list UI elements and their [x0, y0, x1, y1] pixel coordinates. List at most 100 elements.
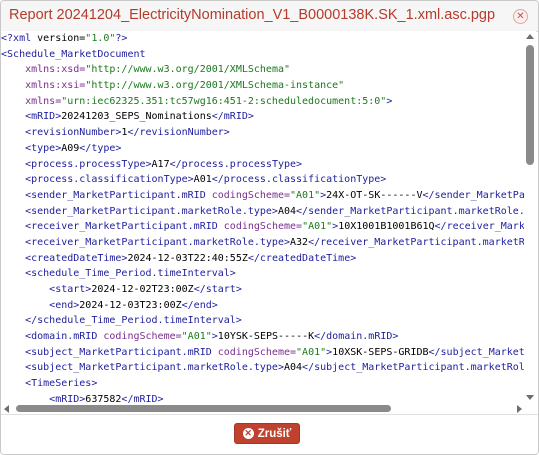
- xml-token: xmlns:xsi=: [25, 80, 86, 92]
- vertical-scroll-thumb[interactable]: [526, 45, 534, 165]
- xml-line: <start>2024-12-02T23:00Z</start>: [1, 282, 525, 298]
- xml-token: [1, 143, 25, 154]
- xml-token: 24X-OT-SK------V: [326, 189, 423, 201]
- xml-token: <revisionNumber>: [25, 127, 122, 139]
- xml-line: <receiver_MarketParticipant.marketRole.t…: [1, 235, 525, 251]
- xml-token: 2024-12-03T23:00Z: [79, 299, 182, 311]
- xml-token: </type>: [79, 142, 122, 154]
- xml-line: xmlns="urn:iec62325.351:tc57wg16:451-2:s…: [1, 94, 525, 110]
- xml-token: "http://www.w3.org/2001/XMLSchema-instan…: [85, 80, 345, 92]
- xml-token: codingScheme=: [217, 346, 297, 358]
- xml-token: 637582: [85, 393, 122, 403]
- xml-token: [1, 190, 25, 201]
- horizontal-scroll-thumb[interactable]: [16, 405, 391, 412]
- xml-token: <start>: [49, 284, 92, 295]
- xml-token: [1, 362, 25, 373]
- xml-token: "http://www.w3.org/2001/XMLSchema": [85, 64, 291, 76]
- xml-line: <process.processType>A17</process.proces…: [1, 157, 525, 173]
- xml-line: <sender_MarketParticipant.marketRole.typ…: [1, 204, 525, 220]
- xml-token: </schedule_Time_Period.timeInterval>: [25, 315, 242, 327]
- vertical-scrollbar[interactable]: [524, 31, 536, 403]
- xml-token: </process.processType>: [169, 158, 303, 170]
- xml-line: </schedule_Time_Period.timeInterval>: [1, 313, 525, 329]
- dialog-footer: ✕ Zrušiť: [1, 414, 538, 454]
- xml-line: <end>2024-12-03T23:00Z</end>: [1, 298, 525, 314]
- xml-token: [1, 64, 25, 75]
- xml-line: <domain.mRID codingScheme="A01">10YSK-SE…: [1, 329, 525, 345]
- xml-token: [1, 253, 25, 264]
- xml-token: 10XSK-SEPS-GRIDB: [332, 346, 429, 358]
- xml-token: [1, 127, 25, 138]
- xml-token: "urn:iec62325.351:tc57wg16:451-2:schedul…: [61, 95, 387, 107]
- cancel-button[interactable]: ✕ Zrušiť: [234, 423, 300, 444]
- xml-token: [1, 159, 25, 170]
- xml-line: <?xml version="1.0"?>: [1, 31, 525, 47]
- xml-token: <receiver_MarketParticipant.marketRole.t…: [25, 236, 290, 248]
- xml-token: </sender_MarketParticipant.marketRole.ty…: [296, 205, 525, 217]
- xml-token: </start>: [193, 284, 242, 295]
- xml-token: </receiver_MarketParticipant.mRID>: [434, 221, 525, 233]
- xml-token: codingScheme=: [211, 189, 291, 201]
- xml-token: "A01": [302, 221, 333, 233]
- xml-line: xmlns:xsi="http://www.w3.org/2001/XMLSch…: [1, 78, 525, 94]
- xml-token: </mRID>: [211, 111, 254, 123]
- xml-token: 20241203_SEPS_Nominations: [61, 111, 212, 123]
- scroll-right-icon[interactable]: [517, 405, 522, 413]
- xml-token: [1, 378, 25, 389]
- xml-token: <subject_MarketParticipant.mRID: [25, 346, 218, 358]
- xml-line: <mRID>637582</mRID>: [1, 392, 525, 403]
- scroll-left-icon[interactable]: [4, 405, 9, 413]
- xml-token: <domain.mRID: [25, 331, 104, 343]
- xml-token: </receiver_MarketParticipant.marketRole.…: [308, 236, 525, 248]
- xml-token: <sender_MarketParticipant.marketRole.typ…: [25, 205, 278, 217]
- xml-token: <end>: [49, 299, 80, 311]
- xml-token: "A01": [290, 189, 321, 201]
- xml-token: 10YSK-SEPS-----K: [217, 331, 315, 343]
- xml-line: <type>A09</type>: [1, 141, 525, 157]
- xml-line: <sender_MarketParticipant.mRID codingSch…: [1, 188, 525, 204]
- xml-token: "A01": [296, 346, 327, 358]
- xml-token: <createdDateTime>: [25, 252, 128, 264]
- scroll-down-icon[interactable]: [526, 395, 534, 400]
- xml-token: "A01": [181, 331, 212, 343]
- xml-viewer[interactable]: <?xml version="1.0"?> <Schedule_MarketDoc…: [1, 31, 536, 414]
- xml-token: </domain.mRID>: [314, 331, 399, 343]
- xml-token: [1, 300, 49, 311]
- xml-token: A01: [193, 174, 212, 186]
- xml-line: <TimeSeries>: [1, 376, 525, 392]
- report-dialog: Report 20241204_ElectricityNomination_V1…: [0, 0, 539, 455]
- xml-line: <receiver_MarketParticipant.mRID codingS…: [1, 219, 525, 235]
- xml-token: <process.classificationType>: [25, 174, 194, 186]
- xml-token: xml: [13, 33, 32, 44]
- xml-token: version=: [31, 33, 86, 44]
- xml-token: </revisionNumber>: [127, 127, 230, 139]
- xml-token: </subject_MarketParticipant.marketRole.t…: [302, 362, 525, 374]
- xml-token: <mRID>: [49, 393, 86, 403]
- xml-token: 2024-12-03T22:40:55Z: [127, 252, 248, 264]
- xml-token: [1, 268, 25, 279]
- dialog-title: Report 20241204_ElectricityNomination_V1…: [9, 7, 496, 23]
- xml-token: <?: [1, 33, 14, 44]
- xml-token: </process.classificationType>: [211, 174, 387, 186]
- xml-line: <mRID>20241203_SEPS_Nominations</mRID>: [1, 109, 525, 125]
- scroll-up-icon[interactable]: [526, 34, 534, 39]
- xml-token: </sender_MarketParticipant.mRID>: [422, 189, 525, 201]
- xml-token: ?>: [115, 33, 128, 44]
- horizontal-scrollbar[interactable]: [1, 403, 525, 414]
- xml-token: xmlns:xsd=: [25, 64, 86, 76]
- xml-token: <mRID>: [25, 111, 62, 123]
- close-icon[interactable]: ✕: [513, 9, 528, 24]
- xml-token: codingScheme=: [103, 331, 182, 343]
- xml-token: A04: [283, 362, 303, 374]
- xml-token: <schedule_Time_Period.timeInterval>: [25, 268, 236, 280]
- xml-token: A32: [290, 236, 309, 248]
- xml-token: </mRID>: [121, 393, 164, 403]
- xml-token: [1, 96, 25, 107]
- xml-token: <process.processType>: [25, 158, 152, 170]
- x-circle-icon: ✕: [242, 428, 254, 439]
- xml-token: A17: [151, 158, 170, 170]
- xml-token: [1, 174, 25, 185]
- xml-token: [1, 80, 25, 91]
- xml-token: "1.0": [85, 33, 116, 44]
- xml-token: [1, 284, 49, 295]
